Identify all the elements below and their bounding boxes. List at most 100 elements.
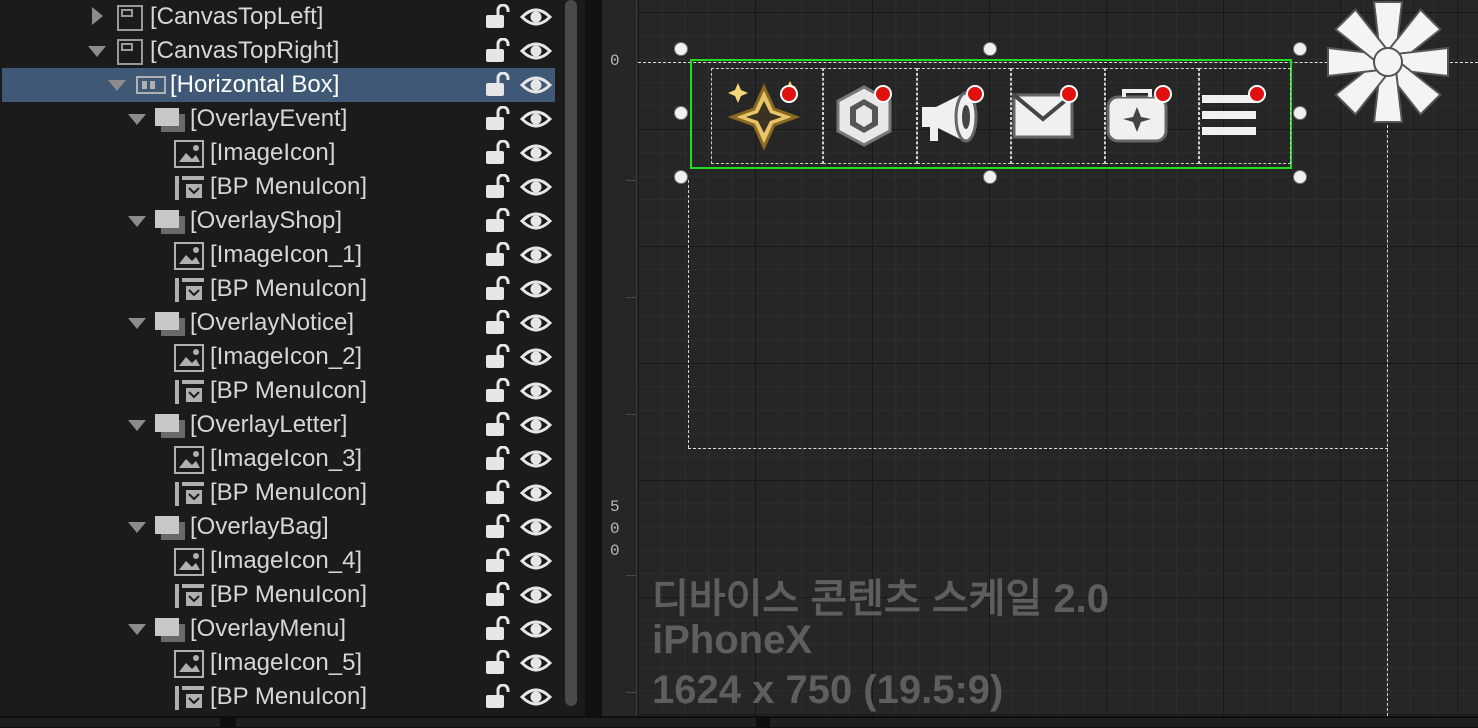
ruler-label-0b: 0 <box>610 520 620 538</box>
visibility-eye-icon[interactable] <box>520 379 552 403</box>
tree-row-label: [OverlayEvent] <box>190 105 348 132</box>
tree-row-canvas-top-right[interactable]: [CanvasTopRight] <box>0 34 556 68</box>
device-scale-text: 디바이스 콘텐츠 스케일 2.0 <box>652 577 1109 621</box>
visibility-eye-icon[interactable] <box>520 141 552 165</box>
resize-handle-mr[interactable] <box>1293 106 1307 120</box>
tree-row-image-icon[interactable]: [ImageIcon_4] <box>0 544 556 578</box>
unlock-icon[interactable] <box>484 514 510 540</box>
tree-row-image-icon[interactable]: [ImageIcon_3] <box>0 442 556 476</box>
unlock-icon[interactable] <box>484 140 510 166</box>
collapse-arrow-icon[interactable] <box>128 522 146 533</box>
visibility-eye-icon[interactable] <box>520 447 552 471</box>
collapse-arrow-icon[interactable] <box>128 216 146 227</box>
collapse-arrow-icon[interactable] <box>108 80 126 91</box>
unlock-icon[interactable] <box>484 276 510 302</box>
visibility-eye-icon[interactable] <box>520 243 552 267</box>
tree-row-bp-menuicon[interactable]: [BP MenuIcon] <box>0 374 556 408</box>
unlock-icon[interactable] <box>484 72 510 98</box>
visibility-eye-icon[interactable] <box>520 617 552 641</box>
visibility-eye-icon[interactable] <box>520 5 552 29</box>
tree-row-bp-menuicon[interactable]: [BP MenuIcon] <box>0 170 556 204</box>
overlay-event-cell[interactable] <box>711 68 823 164</box>
unlock-icon[interactable] <box>484 616 510 642</box>
visibility-eye-icon[interactable] <box>520 311 552 335</box>
tree-row-overlay-bag[interactable]: [OverlayBag] <box>0 510 556 544</box>
tree-row-image-icon[interactable]: [ImageIcon_5] <box>0 646 556 680</box>
unlock-icon[interactable] <box>484 684 510 710</box>
visibility-eye-icon[interactable] <box>520 685 552 709</box>
visibility-eye-icon[interactable] <box>520 515 552 539</box>
overlay-menu-cell[interactable] <box>1199 68 1291 164</box>
unlock-icon[interactable] <box>484 582 510 608</box>
unlock-icon[interactable] <box>484 344 510 370</box>
visibility-eye-icon[interactable] <box>520 107 552 131</box>
expand-arrow-icon[interactable] <box>92 7 103 25</box>
tree-row-horizontal-box[interactable]: [Horizontal Box] <box>2 68 555 102</box>
tree-row-canvas-top-left[interactable]: [CanvasTopLeft] <box>0 0 556 34</box>
collapse-arrow-icon[interactable] <box>128 114 146 125</box>
resize-handle-ml[interactable] <box>674 106 688 120</box>
tree-row-bp-menuicon[interactable]: [BP MenuIcon] <box>0 476 556 510</box>
visibility-eye-icon[interactable] <box>520 651 552 675</box>
collapse-arrow-icon[interactable] <box>128 420 146 431</box>
hierarchy-scrollbar-thumb[interactable] <box>565 0 577 706</box>
visibility-eye-icon[interactable] <box>520 549 552 573</box>
horizontal-box-icon <box>136 76 166 94</box>
unlock-icon[interactable] <box>484 650 510 676</box>
tree-row-image-icon[interactable]: [ImageIcon] <box>0 136 556 170</box>
tree-row-overlay-event[interactable]: [OverlayEvent] <box>0 102 556 136</box>
unlock-icon[interactable] <box>484 378 510 404</box>
overlay-shop-cell[interactable] <box>823 68 917 164</box>
safe-zone-right-edge <box>1387 125 1388 716</box>
resize-handle-br[interactable] <box>1293 170 1307 184</box>
tree-row-bp-menuicon[interactable]: [BP MenuIcon] <box>0 578 556 612</box>
collapse-arrow-icon[interactable] <box>128 624 146 635</box>
ruler-label-0: 0 <box>610 52 620 70</box>
visibility-eye-icon[interactable] <box>520 345 552 369</box>
tree-row-label: [ImageIcon_5] <box>210 649 363 676</box>
tree-row-label: [BP MenuIcon] <box>210 275 367 302</box>
visibility-eye-icon[interactable] <box>520 175 552 199</box>
resize-handle-bc[interactable] <box>983 170 997 184</box>
unlock-icon[interactable] <box>484 106 510 132</box>
anchor-medallion-icon[interactable] <box>1322 0 1454 126</box>
visibility-eye-icon[interactable] <box>520 583 552 607</box>
visibility-eye-icon[interactable] <box>520 277 552 301</box>
tree-row-overlay-menu[interactable]: [OverlayMenu] <box>0 612 556 646</box>
visibility-eye-icon[interactable] <box>520 73 552 97</box>
unlock-icon[interactable] <box>484 548 510 574</box>
panel-splitter[interactable] <box>585 0 602 728</box>
tree-row-image-icon[interactable]: [ImageIcon_1] <box>0 238 556 272</box>
tree-row-bp-menuicon[interactable]: [BP MenuIcon] <box>0 680 556 714</box>
resize-handle-tc[interactable] <box>983 42 997 56</box>
unlock-icon[interactable] <box>484 4 510 30</box>
overlay-bag-cell[interactable] <box>1105 68 1199 164</box>
unlock-icon[interactable] <box>484 480 510 506</box>
unlock-icon[interactable] <box>484 446 510 472</box>
visibility-eye-icon[interactable] <box>520 209 552 233</box>
resize-handle-tl[interactable] <box>674 42 688 56</box>
user-widget-icon <box>175 686 204 710</box>
collapse-arrow-icon[interactable] <box>128 318 146 329</box>
tree-row-image-icon[interactable]: [ImageIcon_2] <box>0 340 556 374</box>
tree-row-overlay-shop[interactable]: [OverlayShop] <box>0 204 556 238</box>
unlock-icon[interactable] <box>484 174 510 200</box>
visibility-eye-icon[interactable] <box>520 39 552 63</box>
tree-row-bp-menuicon[interactable]: [BP MenuIcon] <box>0 272 556 306</box>
unlock-icon[interactable] <box>484 208 510 234</box>
unlock-icon[interactable] <box>484 310 510 336</box>
tree-row-overlay-letter[interactable]: [OverlayLetter] <box>0 408 556 442</box>
resize-handle-tr[interactable] <box>1293 42 1307 56</box>
ruler-label-0c: 0 <box>610 542 620 560</box>
resize-handle-bl[interactable] <box>674 170 688 184</box>
overlay-letter-cell[interactable] <box>1011 68 1105 164</box>
unlock-icon[interactable] <box>484 38 510 64</box>
unlock-icon[interactable] <box>484 412 510 438</box>
overlay-notice-cell[interactable] <box>917 68 1011 164</box>
visibility-eye-icon[interactable] <box>520 413 552 437</box>
canvas-panel-bottom-edge <box>688 448 1388 449</box>
unlock-icon[interactable] <box>484 242 510 268</box>
collapse-arrow-icon[interactable] <box>88 46 106 57</box>
visibility-eye-icon[interactable] <box>520 481 552 505</box>
tree-row-overlay-notice[interactable]: [OverlayNotice] <box>0 306 556 340</box>
